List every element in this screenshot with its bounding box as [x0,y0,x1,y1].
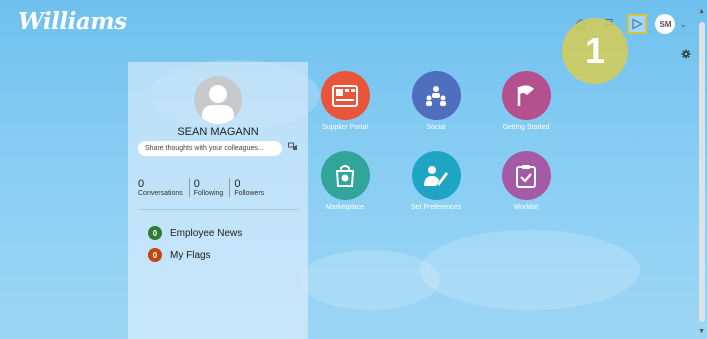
app-worklist[interactable]: Worklist [476,151,576,211]
supplier-portal-icon[interactable] [320,71,370,120]
background-cloud [420,230,640,310]
app-supplier-portal[interactable]: Supplier Portal [295,71,395,131]
app-getting-started[interactable]: Getting Started [476,71,576,131]
scroll-up-icon[interactable]: ▲ [698,8,705,15]
count-badge: 0 [148,226,162,240]
profile-stats: 0 Conversations 0 Following 0 Followers [138,178,298,197]
my-flags-item[interactable]: 0 My Flags [148,248,242,262]
chevron-down-icon[interactable]: ⌄ [679,19,687,30]
profile-avatar[interactable] [194,76,242,124]
social-icon[interactable] [411,71,461,120]
count-badge: 0 [148,248,162,262]
williams-logo[interactable]: Williams [18,8,127,35]
employee-news-item[interactable]: 0 Employee News [148,226,242,240]
divider [138,209,298,210]
stat-followers[interactable]: 0 Followers [229,178,270,197]
share-thoughts-input[interactable]: Share thoughts with your colleagues... [138,141,282,156]
getting-started-flag-icon[interactable] [501,71,551,120]
user-avatar[interactable]: SM [655,14,676,34]
scroll-thumb[interactable] [699,22,705,322]
stat-following[interactable]: 0 Following [188,178,230,197]
navigator-icon[interactable] [627,14,648,34]
stat-conversations[interactable]: 0 Conversations [138,178,189,197]
background-cloud [300,250,440,310]
scroll-down-icon[interactable]: ▼ [698,328,705,335]
app-social[interactable]: Social [386,71,486,131]
marketplace-bag-icon[interactable] [320,151,370,200]
profile-name[interactable]: SEAN MAGANN [128,126,308,138]
notification-list: 0 Employee News 0 My Flags [148,226,242,270]
page-scrollbar[interactable]: ▲ ▼ [697,8,707,339]
gear-icon[interactable] [681,48,691,62]
app-marketplace[interactable]: Marketplace [295,151,395,211]
app-set-preferences[interactable]: Set Preferences [386,151,486,211]
worklist-clipboard-icon[interactable] [501,151,551,200]
set-preferences-icon[interactable] [411,151,461,200]
profile-card: SEAN MAGANN Share thoughts with your col… [128,62,308,339]
